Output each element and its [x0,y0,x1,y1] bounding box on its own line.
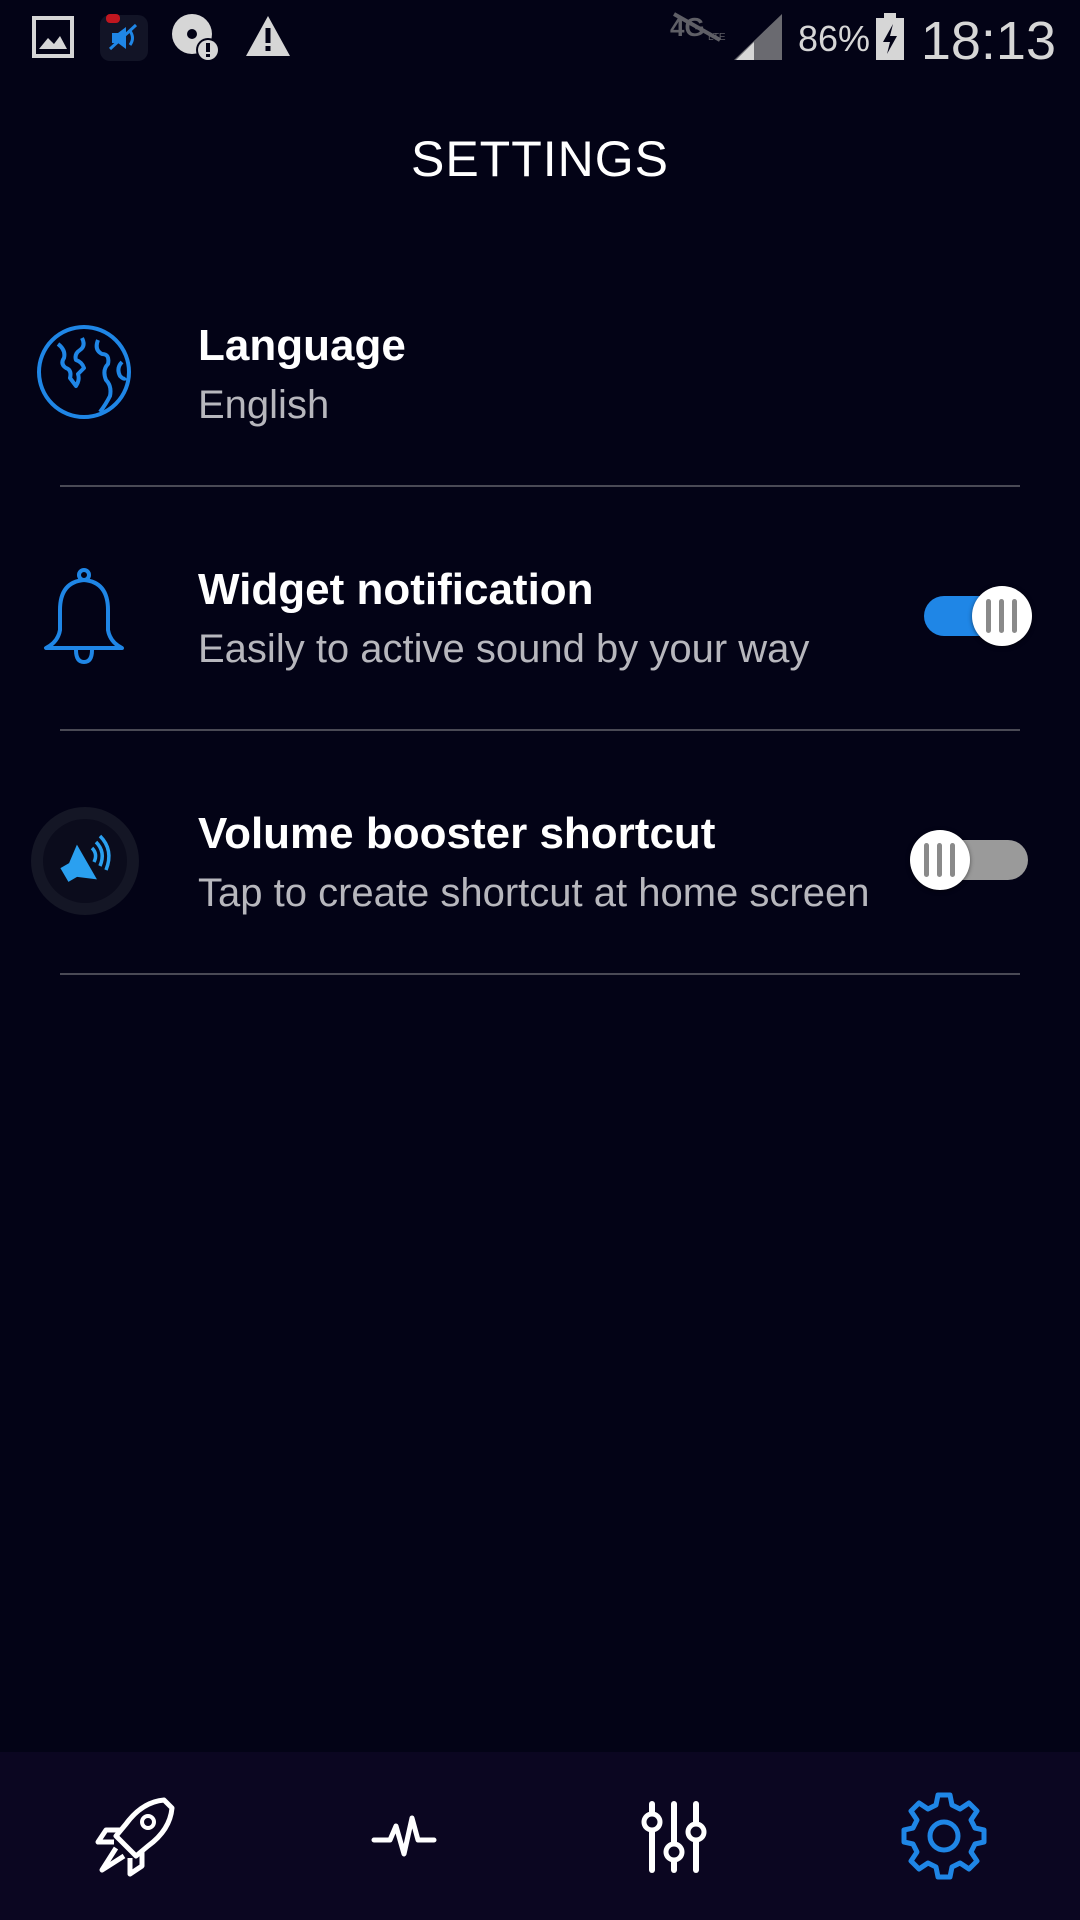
disc-alert-icon [172,14,220,62]
battery-charging-icon [876,13,904,60]
language-text: Language English [198,320,406,430]
divider [60,485,1020,487]
waveform-icon[interactable] [354,1786,454,1886]
equalizer-icon[interactable] [624,1786,724,1886]
divider [60,973,1020,975]
setting-language[interactable]: Language English [0,250,1080,494]
no-lte-icon: 4G LTE [670,12,726,43]
widget-notification-toggle[interactable] [920,580,1040,650]
toggle-knob [910,830,970,890]
speaker-boost-icon [31,807,139,915]
widget-notification-subtitle: Easily to active sound by your way [198,627,810,671]
globe-icon [37,325,131,419]
volume-booster-text: Volume booster shortcut Tap to create sh… [198,808,869,918]
gallery-icon [32,16,74,58]
status-bar: 4G LTE 86% 18:13 [0,0,1080,80]
settings-screen: 4G LTE 86% 18:13 SETTINGS Language Engli… [0,0,1080,1920]
language-value: English [198,383,330,427]
rocket-icon[interactable] [86,1786,186,1886]
app-notification-icon [100,14,148,61]
bell-icon [44,568,124,665]
bottom-navigation [0,1752,1080,1920]
volume-booster-subtitle: Tap to create shortcut at home screen [198,871,870,915]
signal-icon [734,14,782,60]
divider [60,729,1020,731]
toggle-knob [972,586,1032,646]
status-time: 18:13 [920,11,1056,71]
gear-icon[interactable] [894,1786,994,1886]
widget-notification-text: Widget notification Easily to active sou… [198,564,809,674]
battery-percent: 86% [798,18,871,59]
setting-widget-notification: Widget notification Easily to active sou… [0,494,1080,738]
page-title: SETTINGS [410,131,670,187]
volume-booster-toggle[interactable] [910,824,1030,894]
warning-icon [246,16,290,56]
widget-notification-title: Widget notification [198,565,594,614]
language-title: Language [198,321,406,370]
volume-booster-title: Volume booster shortcut [198,809,716,858]
